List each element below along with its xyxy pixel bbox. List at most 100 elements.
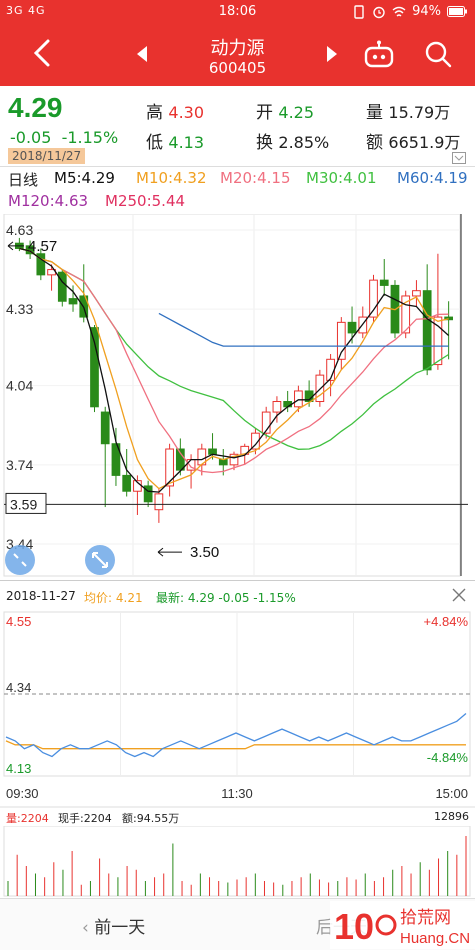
y-bottom-label: 4.13 [6,761,31,776]
last-price: 4.29 [8,92,63,123]
kline-chart[interactable]: 4.634.334.043.743.443.594.573.50 [0,214,475,580]
vibrate-icon [354,4,364,19]
volume-field: 量 15.79万 [366,98,450,123]
watermark-logo: 10 拾荒网 Huang.CN [330,901,475,949]
candle [283,401,293,408]
amount-label: 额 [366,133,383,153]
amount-vol-label: 额:94.55万 [122,812,180,825]
candle [379,279,389,286]
high-label: 高 [146,103,163,123]
avg-label-text: 均价: [84,591,113,605]
candle [218,459,228,466]
turnover-label: 换 [256,133,273,153]
candle [412,290,421,297]
high-value: 4.30 [168,103,205,122]
stock-header: 动力源 600405 [0,24,475,86]
volume-value: 15.79万 [388,103,451,122]
low-mark-arrow-icon [157,547,182,557]
intraday-date: 2018-11-27 [6,589,76,603]
expand-chevron-icon[interactable] [452,152,466,164]
chevron-left-icon: ‹ [82,918,95,938]
candle [165,448,174,487]
ma30-label: M30:4.01 [306,169,377,187]
candle [100,411,110,445]
watermark-domain: Huang.CN [400,930,470,947]
wifi-icon [392,6,406,17]
ma10-label: M10:4.32 [136,169,207,187]
watermark-text: 拾荒网 [400,908,451,928]
status-bar: 3G 4G 18:06 94% [0,0,475,24]
stock-name: 动力源 [210,38,265,59]
high-field: 高 4.30 [146,98,204,123]
y-tick-label: 4.63 [6,222,33,238]
avg-value: 4.21 [115,591,143,605]
bottom-bar: ‹ 前一天 后一天 10 拾荒网 Huang.CN [0,898,475,950]
shrink-button[interactable] [5,545,35,575]
y-tick-label: 3.74 [6,457,33,473]
low-label: 低 [146,133,163,153]
prev-day-button[interactable]: ‹ 前一天 [82,913,145,938]
volume-max-label: 12896 [434,810,469,823]
quote-date: 2018/11/27 [8,148,86,164]
close-icon[interactable] [452,588,466,602]
avg-price-label: 均价: 4.21 [84,589,143,606]
candle [154,493,164,511]
low-value: 4.13 [168,133,205,152]
intraday-header: 2018-11-27 均价: 4.21 最新: 4.29 -0.05 -1.15… [0,580,475,608]
x-tick-label: 15:00 [435,786,468,801]
ma20-label: M20:4.15 [220,169,291,187]
turnover-field: 换 2.85% [256,128,329,153]
ma250-label: M250:5.44 [105,192,186,210]
change-percent: -1.15% [61,128,119,147]
battery-text: 94% [412,4,441,19]
open-label: 开 [256,103,273,123]
latest-label: 最新: 4.29 -0.05 -1.15% [156,589,296,606]
high-mark-label: 4.57 [28,238,57,255]
y-mid-label: 4.34 [6,680,31,695]
candle [90,327,99,408]
candle [122,474,132,492]
ma120-label: M120:4.63 [8,192,89,210]
kline-frame [3,214,461,577]
low-field: 低 4.13 [146,128,204,153]
y-top-label: 4.55 [6,614,31,629]
ma-legend: 日线 M5:4.29 M10:4.32 M20:4.15 M30:4.01 M6… [0,166,475,214]
crosshair-value: 3.59 [10,496,37,512]
ma60-label: M60:4.19 [397,169,468,187]
volume-label: 量:2204 [6,812,49,825]
robot-icon[interactable] [362,40,396,70]
candle [294,390,303,408]
candle [208,448,217,455]
low-mark-label: 3.50 [190,544,219,561]
price-change: -0.05 -1.15% [10,128,118,147]
y-tick-label: 4.33 [6,301,33,317]
volume-label: 量 [366,103,383,123]
prev-day-label: 前一天 [94,918,146,938]
open-field: 开 4.25 [256,98,314,123]
x-tick-label: 11:30 [221,786,253,801]
price-line [5,713,467,758]
alarm-icon [373,6,385,18]
intraday-chart[interactable]: 4.55 4.34 4.13 +4.84% -4.84% 09:30 11:30 15:00 [0,608,475,808]
amount-value: 6651.9万 [388,133,461,152]
candle [369,279,378,318]
candle [422,290,432,371]
next-stock-icon[interactable] [326,46,338,62]
x-tick-label: 09:30 [6,786,39,801]
period-label[interactable]: 日线 [8,169,38,190]
pct-bottom-label: -4.84% [427,750,469,765]
hand-label: 现手:2204 [58,812,112,825]
volume-chart [3,826,471,897]
candle [347,321,357,334]
y-tick-label: 4.04 [6,378,33,394]
avg-price-line [5,740,466,750]
search-icon[interactable] [424,40,452,68]
open-value: 4.25 [278,103,315,122]
candle [68,298,78,305]
amount-field: 额 6651.9万 [366,128,460,153]
pct-top-label: +4.84% [424,614,469,629]
latest-value: 4.29 -0.05 -1.15% [187,591,296,605]
latest-label-text: 最新: [156,591,185,605]
battery-icon [447,6,467,17]
quote-panel: 4.29 -0.05 -1.15% 2018/11/27 高 4.30 开 4.… [0,86,475,166]
